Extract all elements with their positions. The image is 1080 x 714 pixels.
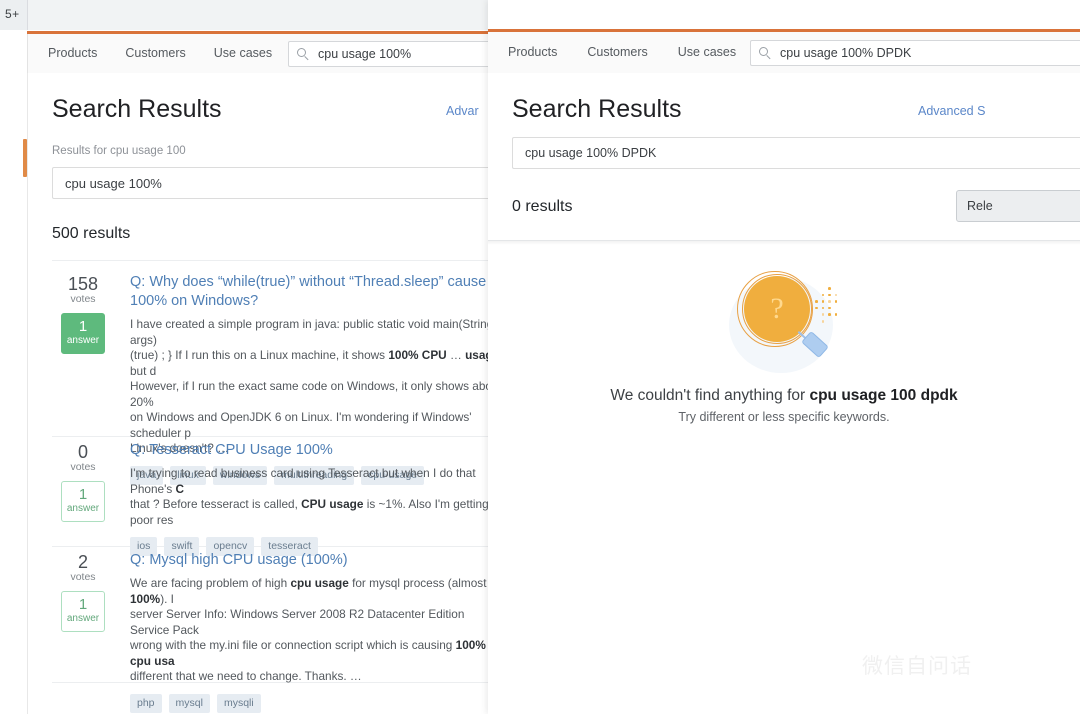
left-nav-use-cases[interactable]: Use cases <box>214 46 272 60</box>
right-nav-customers[interactable]: Customers <box>587 45 647 59</box>
left-results-divider <box>52 260 488 261</box>
right-nav-search-value: cpu usage 100% DPDK <box>780 46 911 60</box>
result-excerpt: I'm trying to read business card using T… <box>130 466 488 528</box>
right-divider-shadow <box>488 241 1080 245</box>
tag-chip[interactable]: mysql <box>169 694 210 713</box>
left-nav-products[interactable]: Products <box>48 46 97 60</box>
result-body: Q: Mysql high CPU usage (100%) We are fac… <box>130 551 488 713</box>
search-icon <box>759 47 772 60</box>
right-nav-use-cases[interactable]: Use cases <box>678 45 736 59</box>
illustration-dot <box>828 294 831 297</box>
left-nav-search-input[interactable]: cpu usage 100% <box>288 41 520 67</box>
result-excerpt: I have created a simple program in java:… <box>130 317 488 457</box>
result-stats: 158 votes 1 answer <box>52 273 114 354</box>
illustration-dot <box>822 300 825 303</box>
vote-count: 158 <box>52 273 114 295</box>
right-top-gap <box>488 0 1080 28</box>
answer-label: answer <box>62 335 104 347</box>
right-nav-links: Products Customers Use cases <box>508 45 736 59</box>
background-browser-window: 5+ Products Customers Use cases cpu usag… <box>0 0 520 714</box>
left-query-value: cpu usage 100% <box>65 176 162 191</box>
left-page-content: Search Results Advar Results for cpu usa… <box>27 73 488 714</box>
illustration-dot <box>835 294 838 297</box>
vote-count: 0 <box>52 441 114 463</box>
answer-badge: 1 answer <box>61 481 105 522</box>
answer-label: answer <box>62 613 104 625</box>
illustration-dot <box>828 300 831 303</box>
vote-label: votes <box>52 461 114 473</box>
left-result-count: 500 results <box>52 225 130 243</box>
right-nav-search-input[interactable]: cpu usage 100% DPDK <box>750 40 1080 66</box>
left-advanced-search-link[interactable]: Advar <box>446 104 479 118</box>
search-icon <box>297 48 310 61</box>
search-result-item[interactable]: 0 votes 1 answer Q: Tesseract CPU Usage 100%… <box>52 441 488 547</box>
illustration-dot <box>835 300 838 303</box>
magnifier-question-icon: ? <box>719 263 849 373</box>
left-results-for-label: Results for cpu usage 100 <box>52 145 186 157</box>
image-watermark: 微信自问话 <box>862 650 972 680</box>
illustration-dot <box>828 287 831 290</box>
search-result-item[interactable]: 2 votes 1 answer Q: Mysql high CPU usage (10… <box>52 551 488 683</box>
result-title-link[interactable]: Q: Mysql high CPU usage (100%) <box>130 551 488 570</box>
illustration-dot <box>822 320 825 323</box>
left-site-navbar: Products Customers Use cases cpu usage 1… <box>27 34 488 73</box>
tag-chip[interactable]: mysqli <box>217 694 261 713</box>
vote-label: votes <box>52 293 114 305</box>
search-result-item[interactable]: 158 votes 1 answer Q: Why does “while(true)”… <box>52 273 488 437</box>
empty-state-hint: Try different or less specific keywords. <box>488 410 1080 424</box>
answer-count: 1 <box>62 597 104 613</box>
right-query-value: cpu usage 100% DPDK <box>525 146 656 160</box>
tab-count-badge[interactable]: 5+ <box>5 7 20 21</box>
result-stats: 2 votes 1 answer <box>52 551 114 632</box>
right-site-navbar: Products Customers Use cases cpu usage 1… <box>488 32 1080 73</box>
answer-badge: 1 answer <box>61 591 105 632</box>
illustration-dot <box>828 307 831 310</box>
left-query-input[interactable]: cpu usage 100% <box>52 167 488 199</box>
illustration-dot <box>828 313 831 316</box>
right-query-input[interactable]: cpu usage 100% DPDK <box>512 137 1080 169</box>
right-advanced-search-link[interactable]: Advanced S <box>918 104 985 118</box>
answer-count: 1 <box>62 319 104 335</box>
left-nav-customers[interactable]: Customers <box>125 46 185 60</box>
vote-label: votes <box>52 571 114 583</box>
tab-strip-panel <box>27 0 488 30</box>
illustration-dot <box>822 294 825 297</box>
browser-tab-strip: 5+ <box>0 0 520 30</box>
answer-badge: 1 answer <box>61 313 105 354</box>
illustration-dot <box>822 307 825 310</box>
foreground-browser-window: Products Customers Use cases cpu usage 1… <box>488 0 1080 714</box>
empty-state-query: cpu usage 100 dpdk <box>809 387 957 404</box>
result-title-link[interactable]: Q: Tesseract CPU Usage 100% <box>130 441 488 460</box>
empty-state-message: We couldn't find anything for cpu usage … <box>488 385 1080 407</box>
result-stats: 0 votes 1 answer <box>52 441 114 522</box>
left-nav-search-value: cpu usage 100% <box>318 47 411 61</box>
tag-chip[interactable]: php <box>130 694 162 713</box>
right-page-content: Search Results Advanced S cpu usage 100%… <box>488 73 1080 714</box>
right-result-count: 0 results <box>512 198 572 216</box>
empty-state: ? We couldn't find anything for cpu usag… <box>488 263 1080 424</box>
right-nav-products[interactable]: Products <box>508 45 557 59</box>
result-body: Q: Tesseract CPU Usage 100% I'm trying to… <box>130 441 488 556</box>
vote-count: 2 <box>52 551 114 573</box>
left-edge-accent-marker <box>23 139 27 177</box>
illustration-dot <box>822 313 825 316</box>
screenshot-root: 5+ Products Customers Use cases cpu usag… <box>0 0 1080 714</box>
answer-label: answer <box>62 503 104 515</box>
illustration-dot <box>835 313 838 316</box>
left-nav-links: Products Customers Use cases <box>48 46 272 60</box>
result-excerpt: We are facing problem of high cpu usage … <box>130 576 488 685</box>
illustration-dot-grid <box>815 287 841 327</box>
left-page-title: Search Results <box>52 95 222 124</box>
result-tags: php mysql mysqli <box>130 694 488 713</box>
illustration-dot <box>815 300 818 303</box>
empty-state-prefix: We couldn't find anything for <box>610 387 809 404</box>
illustration-dot <box>815 307 818 310</box>
answer-count: 1 <box>62 487 104 503</box>
right-page-title: Search Results <box>512 95 682 124</box>
result-title-link[interactable]: Q: Why does “while(true)” without “Threa… <box>130 273 488 311</box>
sort-relevance-button[interactable]: Rele <box>956 190 1080 222</box>
